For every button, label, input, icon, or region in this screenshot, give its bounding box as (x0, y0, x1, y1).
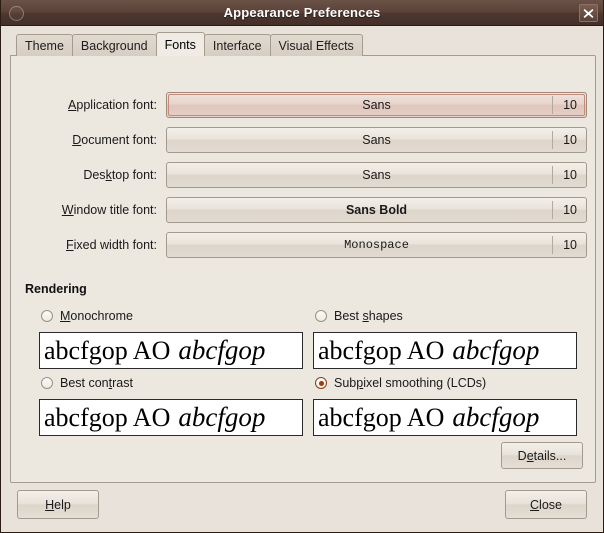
close-button-label: Close (530, 497, 562, 512)
radio-best-contrast-indicator[interactable] (41, 377, 53, 389)
fixed-width-font-value: Monospace (344, 238, 409, 252)
window-title-font-size: 10 (563, 203, 577, 217)
preview-best-shapes-italic: abcfgop (452, 335, 540, 365)
window-title-font-separator (552, 201, 553, 219)
tab-interface-label: Interface (212, 38, 262, 53)
help-button-label: Help (45, 497, 71, 512)
tab-theme[interactable]: Theme (16, 34, 73, 56)
tab-interface[interactable]: Interface (203, 34, 271, 56)
preview-subpixel-italic: abcfgop (452, 402, 540, 432)
tab-theme-label: Theme (25, 38, 64, 53)
radio-best-shapes[interactable]: Best shapes (315, 309, 403, 323)
radio-monochrome-label: Monochrome (60, 309, 133, 323)
preview-subpixel-regular: abcfgop AO (318, 402, 445, 432)
appearance-preferences-window: Appearance Preferences Theme Background … (0, 0, 604, 533)
window-menu-icon[interactable] (9, 6, 24, 21)
radio-best-contrast-label: Best contrast (60, 376, 133, 390)
application-font-label: Application font: (68, 98, 157, 112)
preview-best-shapes: abcfgop AO abcfgop (313, 332, 577, 369)
preview-subpixel-smoothing: abcfgop AO abcfgop (313, 399, 577, 436)
tab-bar: Theme Background Fonts Interface Visual … (10, 32, 596, 56)
font-row-fixed-width: Fixed width font: Monospace 10 (19, 232, 587, 258)
rendering-section-title: Rendering (25, 282, 87, 296)
desktop-font-value: Sans (362, 168, 391, 182)
application-font-separator (552, 96, 553, 114)
window-title: Appearance Preferences (223, 5, 381, 20)
desktop-font-separator (552, 166, 553, 184)
help-button[interactable]: Help (17, 490, 99, 519)
document-font-size: 10 (563, 133, 577, 147)
fixed-width-font-size: 10 (563, 238, 577, 252)
tab-background[interactable]: Background (71, 34, 157, 56)
window-title-font-value: Sans Bold (345, 203, 408, 217)
document-font-separator (552, 131, 553, 149)
application-font-size: 10 (563, 98, 577, 112)
document-font-button[interactable]: Sans 10 (166, 127, 587, 153)
desktop-font-size: 10 (563, 168, 577, 182)
close-icon[interactable] (579, 4, 598, 22)
preview-monochrome-italic: abcfgop (178, 335, 266, 365)
details-button-label: Details... (517, 448, 567, 463)
tab-visual-effects-label: Visual Effects (278, 38, 354, 53)
font-row-desktop: Desktop font: Sans 10 (19, 162, 587, 188)
tab-background-label: Background (80, 38, 148, 53)
document-font-label: Document font: (72, 133, 157, 147)
font-row-window-title: Window title font: Sans Bold 10 (19, 197, 587, 223)
application-font-button[interactable]: Sans 10 (166, 92, 587, 118)
document-font-value: Sans (362, 133, 391, 147)
radio-subpixel-smoothing-label: Subpixel smoothing (LCDs) (334, 376, 487, 390)
preview-best-contrast-regular: abcfgop AO (44, 402, 171, 432)
fixed-width-font-button[interactable]: Monospace 10 (166, 232, 587, 258)
fixed-width-font-label: Fixed width font: (65, 238, 157, 252)
window-title-font-label: Window title font: (61, 203, 157, 217)
desktop-font-button[interactable]: Sans 10 (166, 162, 587, 188)
window-title-font-button[interactable]: Sans Bold 10 (166, 197, 587, 223)
radio-best-shapes-indicator[interactable] (315, 310, 327, 322)
radio-best-contrast[interactable]: Best contrast (41, 376, 133, 390)
font-row-document: Document font: Sans 10 (19, 127, 587, 153)
application-font-value: Sans (362, 98, 391, 112)
title-bar: Appearance Preferences (1, 0, 603, 26)
tab-fonts[interactable]: Fonts (155, 32, 205, 56)
fixed-width-font-separator (552, 236, 553, 254)
preferences-notebook: Theme Background Fonts Interface Visual … (10, 32, 596, 483)
preview-monochrome: abcfgop AO abcfgop (39, 332, 303, 369)
tab-fonts-label: Fonts (164, 37, 196, 52)
details-button[interactable]: Details... (501, 442, 583, 469)
font-row-application: Application font: Sans 10 (19, 92, 587, 118)
radio-subpixel-smoothing-indicator[interactable] (315, 377, 327, 389)
preview-best-shapes-regular: abcfgop AO (318, 335, 445, 365)
radio-monochrome[interactable]: Monochrome (41, 309, 133, 323)
desktop-font-label: Desktop font: (83, 168, 157, 182)
preview-best-contrast-italic: abcfgop (178, 402, 266, 432)
radio-best-shapes-label: Best shapes (334, 309, 403, 323)
close-button[interactable]: Close (505, 490, 587, 519)
tab-visual-effects[interactable]: Visual Effects (269, 34, 363, 56)
preview-monochrome-regular: abcfgop AO (44, 335, 171, 365)
radio-subpixel-smoothing[interactable]: Subpixel smoothing (LCDs) (315, 376, 486, 390)
preview-best-contrast: abcfgop AO abcfgop (39, 399, 303, 436)
fonts-tab-panel: Application font: Sans 10 Document font:… (10, 55, 596, 483)
radio-monochrome-indicator[interactable] (41, 310, 53, 322)
